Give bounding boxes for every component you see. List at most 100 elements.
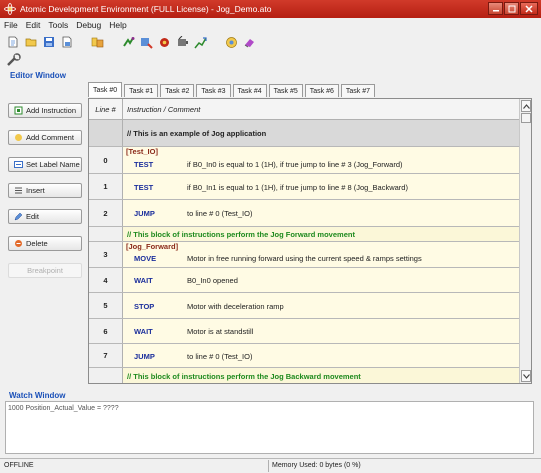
table-row[interactable]: 4 WAIT B0_In0 opened [89, 268, 520, 293]
watch-icon[interactable] [225, 36, 238, 49]
save-as-icon[interactable] [60, 36, 73, 49]
instruction-keyword: STOP [134, 302, 155, 311]
breakpoint-button[interactable]: Breakpoint [8, 263, 82, 278]
instruction-description: to line # 0 (Test_IO) [187, 352, 253, 361]
compile-icon[interactable] [91, 36, 104, 49]
insert-icon [14, 186, 23, 195]
line-number: 0 [89, 147, 123, 173]
grid-scrollbar[interactable] [519, 99, 531, 383]
open-folder-icon[interactable] [24, 36, 37, 49]
window-title: Atomic Development Environment (FULL Lic… [20, 4, 272, 14]
table-row[interactable]: // This is an example of Jog application [89, 120, 520, 147]
save-icon[interactable] [42, 36, 55, 49]
new-file-icon[interactable] [6, 36, 19, 49]
add-comment-button[interactable]: Add Comment [8, 130, 82, 145]
close-button[interactable] [520, 2, 538, 15]
table-row[interactable]: // This block of instructions perform th… [89, 227, 520, 242]
chart-icon[interactable] [194, 36, 207, 49]
tab-task-7[interactable]: Task #7 [340, 84, 375, 97]
memory-status: Memory Used: 0 bytes (0 %) [272, 462, 361, 469]
comment-icon [14, 133, 23, 142]
menu-edit[interactable]: Edit [26, 20, 41, 30]
line-number: 2 [89, 200, 123, 226]
editor-window-label: Editor Window [10, 71, 66, 80]
instruction-keyword: JUMP [134, 209, 155, 218]
table-row[interactable]: // This block of instructions perform th… [89, 368, 520, 383]
scroll-thumb[interactable] [521, 113, 531, 123]
tab-task-6[interactable]: Task #6 [304, 84, 339, 97]
add-instruction-icon [14, 106, 23, 115]
wrench-icon[interactable] [6, 53, 22, 67]
instruction-keyword: WAIT [134, 327, 153, 336]
breakpoint-label: Breakpoint [27, 266, 63, 275]
instruction-description: B0_In0 opened [187, 276, 238, 285]
download-icon[interactable] [140, 36, 153, 49]
instruction-description: Motor is at standstill [187, 327, 254, 336]
status-separator [268, 460, 269, 472]
eraser-icon[interactable] [243, 36, 256, 49]
instruction-keyword: TEST [134, 160, 154, 169]
set-label-name-button[interactable]: Set Label Name [8, 157, 82, 172]
instruction-keyword: MOVE [134, 254, 157, 263]
table-row[interactable]: 7 JUMP to line # 0 (Test_IO) [89, 344, 520, 368]
line-number [89, 227, 123, 241]
comment-text: // This block of instructions perform th… [123, 368, 520, 383]
instruction-description: Motor with deceleration ramp [187, 302, 284, 311]
add-instruction-button[interactable]: Add Instruction [8, 103, 82, 118]
maximize-button[interactable] [504, 2, 519, 15]
line-number [89, 120, 123, 146]
delete-label: Delete [26, 239, 48, 248]
table-row[interactable]: 1 TEST if B0_In1 is equal to 1 (1H), if … [89, 174, 520, 200]
table-row[interactable]: 3 [Jog_Forward] MOVE Motor in free runni… [89, 242, 520, 268]
tab-task-5[interactable]: Task #5 [268, 84, 303, 97]
minimize-button[interactable] [488, 2, 503, 15]
watch-window[interactable]: 1000 Position_Actual_Value = ???? [5, 401, 534, 454]
motor-icon[interactable] [176, 35, 189, 49]
instruction-grid: Line # Instruction / Comment // This is … [88, 98, 532, 384]
instruction-keyword: JUMP [134, 352, 155, 361]
edit-label: Edit [26, 212, 39, 221]
insert-button[interactable]: Insert [8, 183, 82, 198]
tab-task-4[interactable]: Task #4 [232, 84, 267, 97]
instruction-description: Motor in free running forward using the … [187, 254, 422, 263]
table-row[interactable]: 5 STOP Motor with deceleration ramp [89, 293, 520, 319]
watch-window-label: Watch Window [9, 391, 66, 400]
line-number: 1 [89, 174, 123, 199]
line-number: 7 [89, 344, 123, 367]
comment-text: // This is an example of Jog application [123, 120, 520, 146]
scroll-up-button[interactable] [521, 100, 531, 112]
menu-tools[interactable]: Tools [48, 20, 68, 30]
insert-label: Insert [26, 186, 45, 195]
watch-value: 1000 Position_Actual_Value = ???? [8, 405, 119, 412]
table-row[interactable]: 0 [Test_IO] TEST if B0_In0 is equal to 1… [89, 147, 520, 174]
column-header-line: Line # [89, 99, 123, 120]
instruction-description: if B0_In0 is equal to 1 (1H), if true ju… [187, 160, 403, 169]
settings-gear-icon[interactable] [158, 36, 171, 49]
menu-bar: File Edit Tools Debug Help [0, 18, 541, 32]
tab-task-0[interactable]: Task #0 [88, 82, 123, 97]
line-number [89, 368, 123, 383]
line-number: 4 [89, 268, 123, 292]
instruction-keyword: WAIT [134, 276, 153, 285]
scroll-down-button[interactable] [521, 370, 531, 382]
instruction-keyword: TEST [134, 183, 154, 192]
connection-status: OFFLINE [4, 462, 34, 469]
row-label: [Test_IO] [126, 147, 158, 156]
tab-task-1[interactable]: Task #1 [124, 84, 159, 97]
column-header-instruction: Instruction / Comment [123, 99, 520, 120]
line-number: 5 [89, 293, 123, 318]
menu-debug[interactable]: Debug [76, 20, 101, 30]
connect-icon[interactable] [122, 36, 135, 49]
table-row[interactable]: 6 WAIT Motor is at standstill [89, 319, 520, 344]
menu-file[interactable]: File [4, 20, 18, 30]
tab-task-3[interactable]: Task #3 [196, 84, 231, 97]
menu-help[interactable]: Help [109, 20, 126, 30]
add-comment-label: Add Comment [26, 133, 74, 142]
edit-button[interactable]: Edit [8, 209, 82, 224]
app-icon [4, 3, 16, 15]
table-row[interactable]: 2 JUMP to line # 0 (Test_IO) [89, 200, 520, 227]
tab-task-2[interactable]: Task #2 [160, 84, 195, 97]
instruction-description: to line # 0 (Test_IO) [187, 209, 253, 218]
delete-button[interactable]: Delete [8, 236, 82, 251]
status-bar: OFFLINE Memory Used: 0 bytes (0 %) [0, 458, 541, 473]
